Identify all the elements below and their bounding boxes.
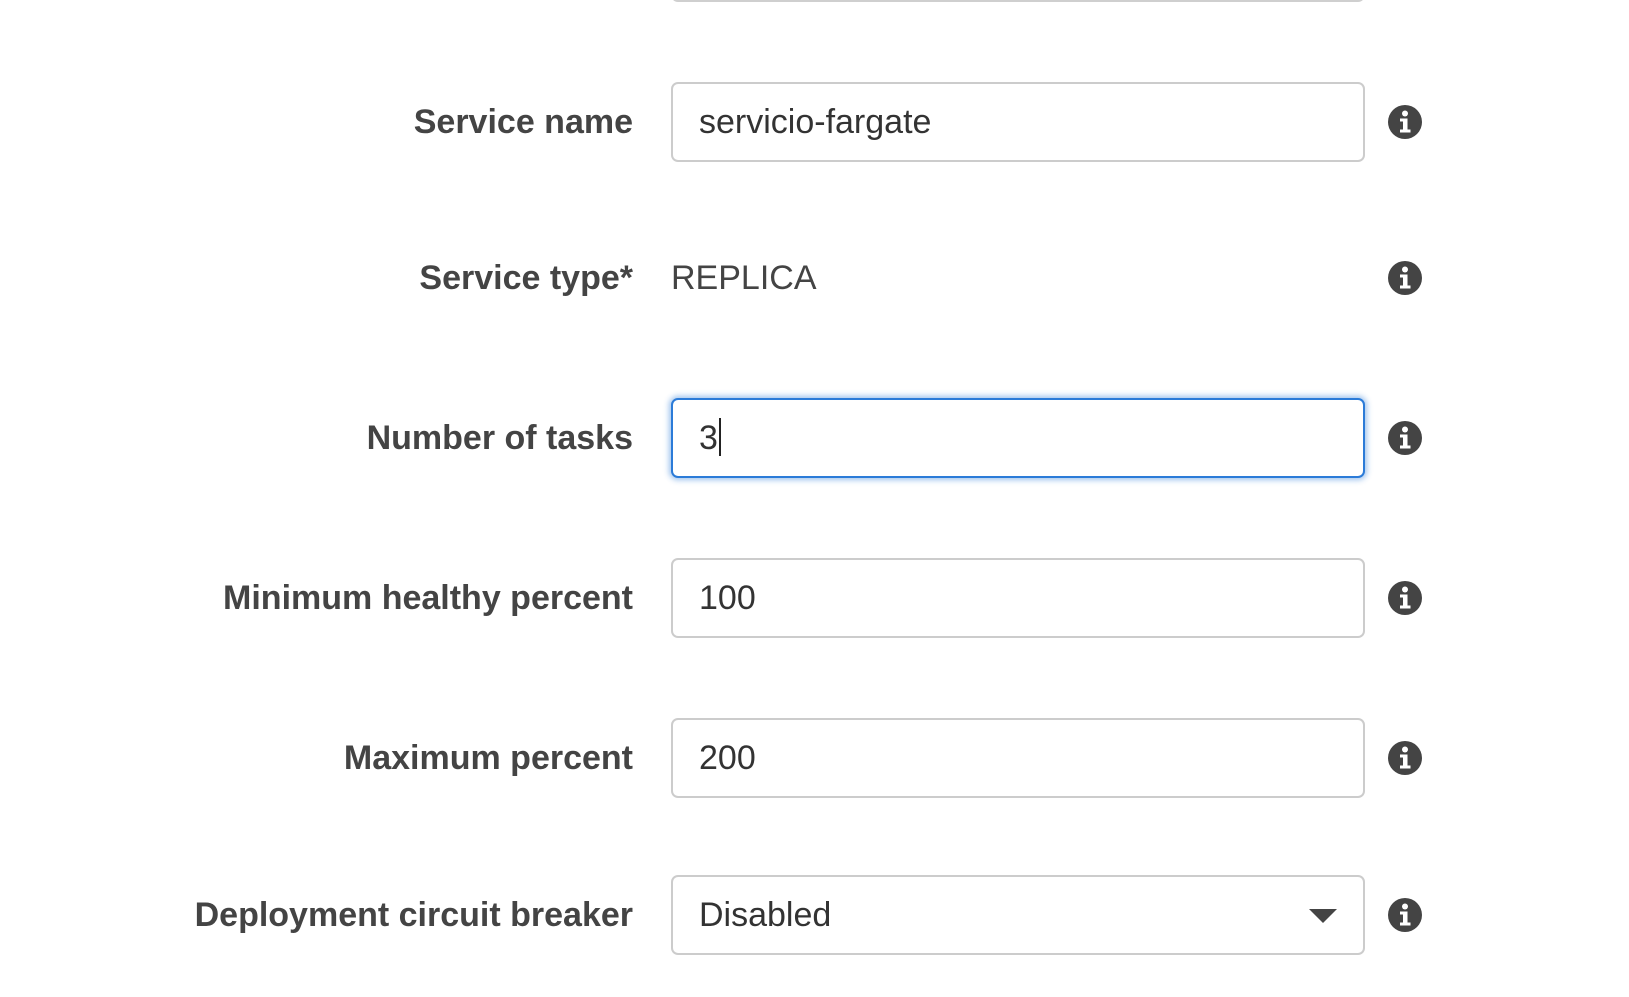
- info-icon[interactable]: [1387, 104, 1423, 140]
- maximum-percent-label: Maximum percent: [343, 739, 633, 777]
- info-icon[interactable]: [1387, 580, 1423, 616]
- info-icon[interactable]: [1387, 897, 1423, 933]
- number-of-tasks-input[interactable]: 3: [671, 398, 1365, 478]
- deployment-circuit-breaker-label: Deployment circuit breaker: [194, 896, 633, 934]
- number-of-tasks-value: 3: [699, 419, 718, 457]
- text-cursor: [718, 418, 721, 457]
- previous-field-edge[interactable]: [671, 0, 1365, 2]
- deployment-circuit-breaker-value: Disabled: [699, 896, 832, 934]
- number-of-tasks-row: Number of tasks 3: [0, 398, 1629, 478]
- minimum-healthy-percent-input[interactable]: 100: [671, 558, 1365, 638]
- deployment-circuit-breaker-select[interactable]: Disabled: [671, 875, 1365, 955]
- service-name-value: servicio-fargate: [699, 103, 932, 141]
- info-icon[interactable]: [1387, 740, 1423, 776]
- service-name-row: Service name servicio-fargate: [0, 82, 1629, 162]
- maximum-percent-input[interactable]: 200: [671, 718, 1365, 798]
- service-name-input[interactable]: servicio-fargate: [671, 82, 1365, 162]
- minimum-healthy-percent-row: Minimum healthy percent 100: [0, 558, 1629, 638]
- minimum-healthy-percent-label: Minimum healthy percent: [223, 579, 633, 617]
- service-name-label: Service name: [413, 103, 633, 141]
- service-type-label: Service type*: [419, 259, 633, 297]
- info-icon[interactable]: [1387, 420, 1423, 456]
- service-type-row: Service type* REPLICA: [0, 238, 1629, 318]
- minimum-healthy-percent-value: 100: [699, 579, 756, 617]
- maximum-percent-value: 200: [699, 739, 756, 777]
- info-icon[interactable]: [1387, 260, 1423, 296]
- service-config-form: Service name servicio-fargate Service ty…: [0, 0, 1629, 997]
- number-of-tasks-label: Number of tasks: [366, 419, 633, 457]
- chevron-down-icon[interactable]: [1309, 909, 1337, 923]
- maximum-percent-row: Maximum percent 200: [0, 718, 1629, 798]
- deployment-circuit-breaker-row: Deployment circuit breaker Disabled: [0, 875, 1629, 955]
- service-type-value: REPLICA: [671, 259, 817, 297]
